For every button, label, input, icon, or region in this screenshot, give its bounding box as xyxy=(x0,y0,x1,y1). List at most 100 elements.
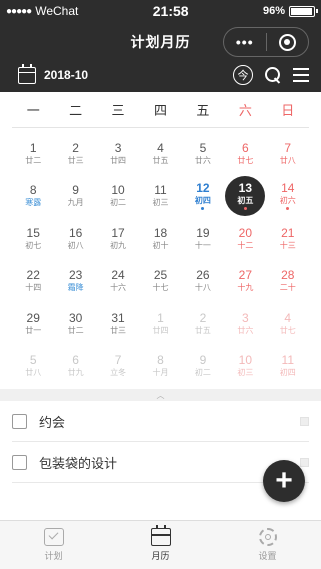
weekday-label: 一 xyxy=(26,103,40,118)
day-cell[interactable]: 22 十四 xyxy=(12,260,54,303)
task-label: 包装袋的设计 xyxy=(39,455,118,471)
tab-label: 计划 xyxy=(44,551,63,561)
day-number: 7 xyxy=(114,353,122,368)
day-cell[interactable]: 16 初八 xyxy=(54,217,96,260)
lunar-date: 廿四 xyxy=(152,325,169,335)
day-cell[interactable]: 4 廿五 xyxy=(139,132,181,175)
day-cell[interactable]: 11 初三 xyxy=(139,175,181,218)
lunar-date: 十三 xyxy=(279,240,296,250)
day-cell[interactable]: 8 十月 xyxy=(139,345,181,388)
lunar-date: 廿五 xyxy=(194,325,211,335)
lunar-date: 九月 xyxy=(67,198,84,208)
day-cell[interactable]: 3 廿四 xyxy=(97,132,139,175)
day-cell[interactable]: 21 十三 xyxy=(267,217,309,260)
task-checkbox[interactable] xyxy=(12,454,27,470)
lunar-date: 十八 xyxy=(194,283,211,293)
day-cell[interactable]: 6 廿七 xyxy=(224,132,266,175)
day-cell[interactable]: 2 廿三 xyxy=(54,132,96,175)
day-number: 2 xyxy=(199,310,207,325)
status-time: 21:58 xyxy=(152,3,189,19)
day-number: 11 xyxy=(281,353,294,368)
day-number: 3 xyxy=(114,140,122,155)
day-cell[interactable]: 18 初十 xyxy=(139,217,181,260)
day-cell[interactable]: 28 二十 xyxy=(267,260,309,303)
day-cell[interactable]: 9 九月 xyxy=(54,175,96,218)
day-cell[interactable]: 3 廿六 xyxy=(224,302,266,345)
day-cell[interactable]: 20 十二 xyxy=(224,217,266,260)
menu-icon[interactable] xyxy=(293,68,309,82)
day-cell[interactable]: 7 立冬 xyxy=(97,345,139,388)
day-number: 10 xyxy=(111,183,125,198)
day-cell[interactable]: 5 廿六 xyxy=(182,132,224,175)
day-cell[interactable]: 31 廿三 xyxy=(97,302,139,345)
lunar-date: 初十 xyxy=(152,240,169,250)
lunar-date: 廿三 xyxy=(110,325,127,335)
more-options-icon[interactable]: ••• xyxy=(224,28,266,56)
nav-bar: 计划月历 ••• xyxy=(0,22,321,62)
day-number: 30 xyxy=(68,310,83,325)
day-cell[interactable]: 5 廿八 xyxy=(12,345,54,388)
lunar-date: 廿八 xyxy=(25,368,42,378)
day-number: 9 xyxy=(199,353,207,368)
mini-program-capsule: ••• xyxy=(223,27,309,57)
day-cell[interactable]: 1 廿二 xyxy=(12,132,54,175)
day-number: 18 xyxy=(153,225,168,240)
lunar-date: 初四 xyxy=(194,196,211,206)
day-number: 5 xyxy=(29,353,37,368)
lunar-date: 初三 xyxy=(237,368,254,378)
tab-bar: 计划 月历 设置 xyxy=(0,520,321,569)
day-number: 2 xyxy=(72,140,79,155)
day-number: 12 xyxy=(196,181,210,196)
lunar-date: 初九 xyxy=(110,240,127,250)
today-button[interactable]: 今 xyxy=(233,65,253,85)
day-cell[interactable]: 23 霜降 xyxy=(54,260,96,303)
weekday-label: 三 xyxy=(111,103,125,118)
calendar-grid: 1 廿二 2 廿三 3 廿四 4 廿五 5 廿六 6 廿七 7 廿八 8 寒露 9 九月 10 初二 11 初三 12 初四 1… xyxy=(12,128,309,387)
event-dot xyxy=(286,207,290,211)
day-cell[interactable]: 12 初四 xyxy=(182,175,224,218)
day-cell[interactable]: 11 初四 xyxy=(267,345,309,388)
selected-day-cell[interactable]: 13 初五 xyxy=(224,175,266,218)
task-priority-marker xyxy=(300,457,309,467)
task-checkbox[interactable] xyxy=(12,413,27,429)
day-cell[interactable]: 6 廿九 xyxy=(54,345,96,388)
day-cell[interactable]: 10 初二 xyxy=(97,175,139,218)
day-cell[interactable]: 1 廿四 xyxy=(139,302,181,345)
collapse-handle[interactable]: ︿ xyxy=(0,389,321,401)
day-cell[interactable]: 30 廿二 xyxy=(54,302,96,345)
day-cell[interactable]: 14 初六 xyxy=(267,175,309,218)
lunar-date: 初六 xyxy=(279,196,296,206)
day-number: 10 xyxy=(238,353,253,368)
day-cell[interactable]: 29 廿一 xyxy=(12,302,54,345)
lunar-date: 十二 xyxy=(237,240,254,250)
day-cell[interactable]: 2 廿五 xyxy=(182,302,224,345)
day-cell[interactable]: 7 廿八 xyxy=(267,132,309,175)
day-number: 8 xyxy=(29,183,37,198)
day-number: 5 xyxy=(199,140,207,155)
day-cell[interactable]: 27 十九 xyxy=(224,260,266,303)
tab-check[interactable]: 计划 xyxy=(0,521,107,569)
day-cell[interactable]: 25 十七 xyxy=(139,260,181,303)
close-mini-program-button[interactable] xyxy=(267,28,309,56)
day-cell[interactable]: 19 十一 xyxy=(182,217,224,260)
day-cell[interactable]: 26 十八 xyxy=(182,260,224,303)
day-cell[interactable]: 8 寒露 xyxy=(12,175,54,218)
day-cell[interactable]: 15 初七 xyxy=(12,217,54,260)
month-picker[interactable]: 2018-10 xyxy=(18,63,88,84)
day-cell[interactable]: 4 廿七 xyxy=(267,302,309,345)
search-icon[interactable] xyxy=(265,67,281,83)
day-cell[interactable]: 17 初九 xyxy=(97,217,139,260)
add-task-button[interactable]: + xyxy=(263,460,305,502)
day-number: 25 xyxy=(153,268,168,283)
weekday-label: 五 xyxy=(196,103,210,118)
lunar-date: 初二 xyxy=(194,368,211,378)
day-cell[interactable]: 10 初三 xyxy=(224,345,266,388)
day-cell[interactable]: 24 十六 xyxy=(97,260,139,303)
lunar-date: 初五 xyxy=(237,196,254,206)
lunar-date: 霜降 xyxy=(67,283,84,293)
day-cell[interactable]: 9 初二 xyxy=(182,345,224,388)
tab-gear[interactable]: 设置 xyxy=(214,521,321,569)
tab-calendar[interactable]: 月历 xyxy=(107,521,214,569)
task-item[interactable]: 约会 xyxy=(12,401,309,442)
weekday-label: 六 xyxy=(238,103,252,118)
